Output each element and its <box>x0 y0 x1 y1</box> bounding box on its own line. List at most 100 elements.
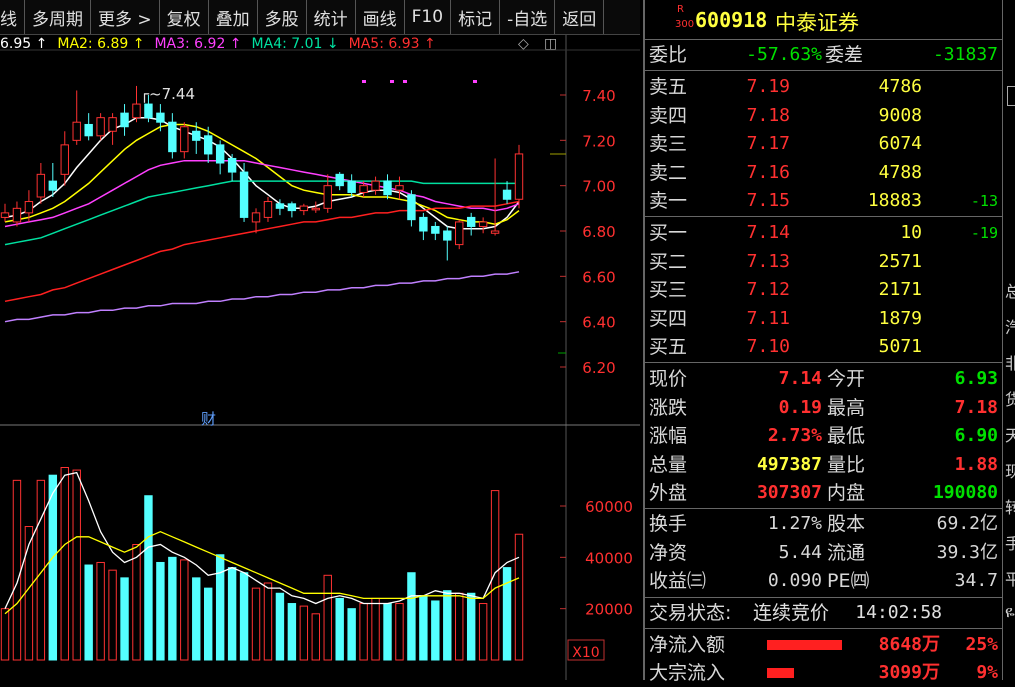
kline-chart-area[interactable]: 7.40 7.20 7.00 6.80 6.60 6.40 6.20 60000 40000 20… <box>0 35 640 680</box>
volume-bar <box>371 597 380 661</box>
toolbar-item-5[interactable]: 多股 <box>258 0 307 34</box>
candle-body <box>227 157 237 173</box>
stat-row: 涨跌 0.19 最高 7.18 <box>645 394 1002 422</box>
candle-body <box>335 173 344 187</box>
volume-bar <box>227 567 237 661</box>
bid-price: 7.10 <box>746 336 790 357</box>
toolbar-item-4[interactable]: 叠加 <box>209 0 258 34</box>
weibi-label: 委比 <box>649 44 688 66</box>
volume-bar <box>347 608 356 661</box>
divider <box>645 362 1002 363</box>
volume-bar <box>478 603 488 661</box>
trade-status-label: 交易状态: <box>649 602 732 624</box>
volume-bar <box>443 590 452 661</box>
ask-label: 卖五 <box>649 76 688 98</box>
side-panel-char: 平 <box>1005 566 1015 590</box>
ask-row[interactable]: 卖四 7.18 9008 <box>645 102 1002 130</box>
ask-volume: 9008 <box>878 104 922 126</box>
volume-bar <box>168 556 177 661</box>
stat-value: 307307 <box>756 482 822 503</box>
toolbar-item-8[interactable]: F10 <box>405 0 452 34</box>
bid-volume: 5071 <box>878 336 922 357</box>
toolbar-item-11[interactable]: 返回 <box>555 0 605 34</box>
ask-row[interactable]: 卖二 7.16 4788 <box>645 159 1002 187</box>
stat-label: PE㈣ <box>827 570 870 592</box>
toolbar-item-3[interactable]: 复权 <box>160 0 209 34</box>
stat-label: 外盘 <box>649 482 688 504</box>
volume-bar <box>455 592 464 661</box>
side-panel-char: 货 <box>1005 386 1015 410</box>
candle-body <box>287 203 297 212</box>
volume-bar <box>96 561 105 661</box>
candle-body <box>96 117 105 137</box>
volume-ma-line-1 <box>4 530 520 615</box>
candle-body <box>263 201 273 218</box>
candle-body <box>407 194 416 221</box>
candle-body <box>323 185 332 209</box>
bid-change: -19 <box>970 224 998 242</box>
candle-body <box>514 153 524 200</box>
ask-row[interactable]: 卖五 7.19 4786 <box>645 73 1002 101</box>
toolbar-item-10[interactable]: -自选 <box>500 0 556 34</box>
volume-bar <box>383 603 392 661</box>
candle-body <box>60 144 69 175</box>
ask-volume: 18883 <box>867 190 922 211</box>
toolbar-item-6[interactable]: 统计 <box>307 0 356 34</box>
flow-bar <box>767 640 842 650</box>
candle-body <box>359 185 368 193</box>
candle-body <box>84 123 93 137</box>
toolbar-item-0[interactable]: 线 <box>0 0 25 34</box>
bid-row[interactable]: 买五 7.10 5071 <box>645 333 1002 361</box>
volume-tick-label: 20000 <box>585 601 633 619</box>
kline-chart[interactable]: 7.40 7.20 7.00 6.80 6.60 6.40 6.20 60000 40000 20… <box>0 35 640 680</box>
candle-body <box>36 173 46 198</box>
bid-label: 买五 <box>649 336 688 358</box>
ask-price: 7.17 <box>746 133 790 154</box>
volume-bar <box>431 600 440 661</box>
ask-label: 卖一 <box>649 190 688 212</box>
candle-body <box>132 103 141 119</box>
price-tick-label: 6.80 <box>582 223 615 241</box>
stat-row: 涨幅 2.73% 最低 6.90 <box>645 422 1002 450</box>
stat-label: 股本 <box>827 513 866 535</box>
stat-value: 2.73% <box>767 425 822 446</box>
volume-bar <box>180 559 189 661</box>
bid-row[interactable]: 买三 7.12 2171 <box>645 276 1002 304</box>
bid-label: 买三 <box>649 279 688 301</box>
stat-label: 换手 <box>649 513 688 535</box>
toolbar-item-1[interactable]: 多周期 <box>25 0 91 34</box>
divider <box>645 39 1002 40</box>
price-tick-label: 6.60 <box>582 268 615 286</box>
volume-bar <box>0 608 10 661</box>
ask-row[interactable]: 卖一 7.15 18883 -13 <box>645 187 1002 215</box>
candle-body <box>239 171 249 218</box>
side-panel-char: 天 <box>1005 422 1015 446</box>
stat-value: 6.90 <box>954 425 998 446</box>
volume-bar <box>156 561 165 661</box>
toolbar-item-7[interactable]: 画线 <box>356 0 405 34</box>
bid-row[interactable]: 买四 7.11 1879 <box>645 305 1002 333</box>
ask-row[interactable]: 卖三 7.17 6074 <box>645 130 1002 158</box>
bid-volume: 2571 <box>878 250 922 272</box>
price-tick-label: 7.40 <box>582 87 615 105</box>
stat-value: 190080 <box>932 482 998 503</box>
toolbar-item-9[interactable]: 标记 <box>451 0 501 34</box>
bid-row[interactable]: 买二 7.13 2571 <box>645 248 1002 276</box>
candle-body <box>120 112 129 128</box>
chart-toolbar: 线多周期 更多 > 复权 叠加 多股 统计 画线 F10 标记 -自选 返回 <box>0 0 640 35</box>
volume-bar <box>120 577 129 661</box>
volume-bar <box>60 467 69 661</box>
signal-dot <box>390 80 394 83</box>
bid-row[interactable]: 买一 7.14 10 -19 <box>645 219 1002 247</box>
bid-price: 7.14 <box>746 222 790 243</box>
volume-bar <box>335 597 344 661</box>
volume-bar <box>72 469 81 661</box>
volume-bar <box>299 605 309 661</box>
trade-status-row: 交易状态: 连续竞价 14:02:58 <box>645 599 1002 627</box>
side-panel-char: 现 <box>1005 458 1015 482</box>
quote-panel: R 300 600918 中泰证券 委比 -57.63% 委差 -31837 卖五 7.19 478… <box>643 0 1002 684</box>
divider <box>645 508 1002 509</box>
price-tick-label: 7.20 <box>582 132 615 150</box>
side-panel-char: ዬ <box>1005 602 1015 621</box>
toolbar-item-2[interactable]: 更多 > <box>91 0 160 34</box>
